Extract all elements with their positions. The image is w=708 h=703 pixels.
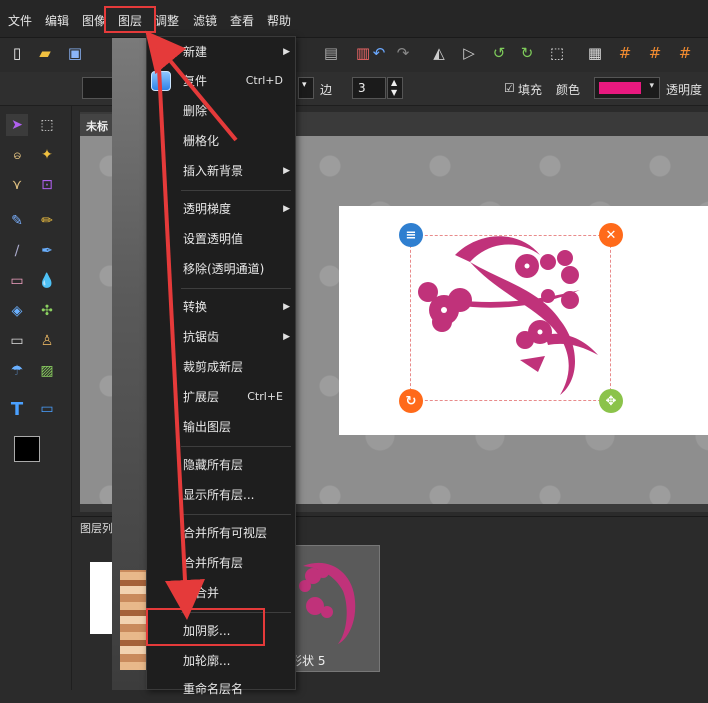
menu-item-export-layer[interactable]: 输出图层 xyxy=(147,413,295,441)
edge-dropdown[interactable]: ▾ xyxy=(298,77,314,99)
rotate-left-icon[interactable]: ↺ xyxy=(488,42,510,64)
grid-icon[interactable]: ▦ xyxy=(584,42,606,64)
edge-spinner[interactable]: ▲ ▼ xyxy=(387,77,403,99)
menu-filter[interactable]: 滤镜 xyxy=(193,12,217,29)
resize-handle-icon[interactable]: ✥ xyxy=(599,389,623,413)
close-handle-icon[interactable]: ✕ xyxy=(599,223,623,247)
menu-item-crop-new-layer[interactable]: 裁剪成新层 xyxy=(147,353,295,381)
menu-file[interactable]: 文件 xyxy=(8,12,32,29)
polygon-lasso-icon[interactable]: ⋎ xyxy=(6,174,28,196)
save-icon[interactable]: ▣ xyxy=(64,42,86,64)
resize-icon[interactable]: ⬚ xyxy=(546,42,568,64)
fill-bucket-icon[interactable]: ◈ xyxy=(6,300,28,322)
menu-item-seam-merge[interactable]: 缝合并 xyxy=(147,579,295,607)
pointer-tool-icon[interactable]: ➤ xyxy=(6,114,28,136)
menu-item-show-all[interactable]: 显示所有层... xyxy=(147,481,295,509)
submenu-arrow-icon: ▶ xyxy=(283,166,290,176)
menu-item-set-transparency[interactable]: 设置透明值 xyxy=(147,225,295,253)
menu-item-rasterize[interactable]: 栅格化 xyxy=(147,127,295,155)
image-tool-icon[interactable]: ▨ xyxy=(36,360,58,382)
menu-item-antialias[interactable]: 抗锯齿 ▶ xyxy=(147,323,295,351)
line-tool-icon[interactable]: ∕ xyxy=(6,240,28,262)
menu-handle-icon[interactable]: ≡ xyxy=(399,223,423,247)
edge-label: 边 xyxy=(320,83,333,97)
submenu-arrow-icon: ▶ xyxy=(283,47,290,57)
undo-icon[interactable]: ↶ xyxy=(368,42,390,64)
foreground-color-swatch[interactable] xyxy=(14,436,40,462)
lasso-tool-icon[interactable]: ဓ xyxy=(6,144,28,166)
opacity-label: 透明度 xyxy=(666,83,703,97)
stamp-tool-icon[interactable]: ♙ xyxy=(36,330,58,352)
duplicate-icon xyxy=(151,71,171,91)
smudge-tool-icon[interactable]: ☂ xyxy=(6,360,28,382)
gradient-tool-icon[interactable]: ▭ xyxy=(6,330,28,352)
menu-item-merge-all[interactable]: 合并所有层 xyxy=(147,549,295,577)
blur-tool-icon[interactable]: 💧 xyxy=(36,270,58,292)
menu-item-delete[interactable]: 删除 xyxy=(147,97,295,125)
color-picker[interactable]: ▾ xyxy=(594,77,660,99)
menu-item-new[interactable]: 新建 ▶ xyxy=(147,38,295,66)
menu-item-merge-visible[interactable]: 合并所有可视层 xyxy=(147,519,295,547)
menu-help[interactable]: 帮助 xyxy=(267,12,291,29)
fill-checkbox[interactable]: ☑ xyxy=(504,81,515,95)
brush-tool-icon[interactable]: ✏ xyxy=(36,210,58,232)
menu-separator xyxy=(181,190,291,191)
menu-separator xyxy=(181,288,291,289)
marquee-tool-icon[interactable]: ⬚ xyxy=(36,114,58,136)
rotate-right-icon[interactable]: ↻ xyxy=(516,42,538,64)
eraser-tool-icon[interactable]: ▭ xyxy=(6,270,28,292)
submenu-arrow-icon: ▶ xyxy=(283,332,290,342)
fill-label: 填充 xyxy=(518,83,543,97)
menu-bar: 文件 编辑 图像 图层 调整 滤镜 查看 帮助 xyxy=(0,0,708,38)
toolbar: ▯ ▰ ▣ ▤ ▥ ↶ ↷ ◭ ▷ ↺ ↻ ⬚ ▦ # # # xyxy=(0,38,708,72)
crop-tool-icon[interactable]: ⊡ xyxy=(36,174,58,196)
layer-panel-title: 图层列 xyxy=(80,522,113,535)
menu-item-rename-layer[interactable]: 重命名层名 xyxy=(147,675,295,703)
rotate-handle-icon[interactable]: ↻ xyxy=(399,389,423,413)
hash-icon-3[interactable]: # xyxy=(674,42,696,64)
flip-vertical-icon[interactable]: ▷ xyxy=(458,42,480,64)
menu-separator xyxy=(181,446,291,447)
edge-value-input[interactable]: 3 xyxy=(352,77,386,99)
menu-item-remove-alpha[interactable]: 移除(透明通道) xyxy=(147,255,295,283)
selection-box[interactable] xyxy=(410,235,611,401)
flip-horizontal-icon[interactable]: ◭ xyxy=(428,42,450,64)
pencil-tool-icon[interactable]: ✎ xyxy=(6,210,28,232)
color-label: 颜色 xyxy=(556,83,581,97)
copy-icon[interactable]: ▤ xyxy=(320,42,342,64)
magic-wand-icon[interactable]: ✦ xyxy=(36,144,58,166)
menu-item-expand-layer[interactable]: 扩展层 Ctrl+E xyxy=(147,383,295,411)
color-picker-tool-icon[interactable]: ✣ xyxy=(36,300,58,322)
options-field-left[interactable] xyxy=(82,77,114,99)
new-file-icon[interactable]: ▯ xyxy=(6,42,28,64)
menu-item-transparency-gradient[interactable]: 透明梯度 ▶ xyxy=(147,195,295,223)
submenu-arrow-icon: ▶ xyxy=(283,204,290,214)
menu-item-add-outline[interactable]: 加轮廓... xyxy=(147,647,295,675)
submenu-arrow-icon: ▶ xyxy=(283,302,290,312)
menu-layer-highlight xyxy=(104,6,156,33)
chevron-down-icon: ▾ xyxy=(649,81,654,91)
menu-item-insert-background[interactable]: 插入新背景 ▶ xyxy=(147,157,295,185)
menu-separator xyxy=(181,514,291,515)
menu-image[interactable]: 图像 xyxy=(82,12,106,29)
menu-item-hide-all[interactable]: 隐藏所有层 xyxy=(147,451,295,479)
hash-icon-1[interactable]: # xyxy=(614,42,636,64)
menu-adjust[interactable]: 调整 xyxy=(155,12,179,29)
add-shadow-highlight xyxy=(146,608,265,646)
text-tool-icon[interactable]: T xyxy=(6,398,28,420)
menu-edit[interactable]: 编辑 xyxy=(45,12,69,29)
redo-icon[interactable]: ↷ xyxy=(392,42,414,64)
tool-palette: ➤ ⬚ ဓ ✦ ⋎ ⊡ ✎ ✏ ∕ ✒ ▭ 💧 ◈ ✣ ▭ ♙ ☂ ▨ T ▭ xyxy=(0,106,72,690)
menu-view[interactable]: 查看 xyxy=(230,12,254,29)
rectangle-tool-icon[interactable]: ▭ xyxy=(36,398,58,420)
color-swatch xyxy=(599,82,641,94)
pen-tool-icon[interactable]: ✒ xyxy=(36,240,58,262)
hash-icon-2[interactable]: # xyxy=(644,42,666,64)
layer-dropdown-menu: 新建 ▶ 复件 Ctrl+D 删除 栅格化 插入新背景 ▶ 透明梯度 ▶ 设置透… xyxy=(146,36,296,696)
menu-item-convert[interactable]: 转换 ▶ xyxy=(147,293,295,321)
open-folder-icon[interactable]: ▰ xyxy=(34,42,56,64)
options-bar: ▾ 边 3 ▲ ▼ ☑ 填充 颜色 ▾ 透明度 xyxy=(0,72,708,106)
